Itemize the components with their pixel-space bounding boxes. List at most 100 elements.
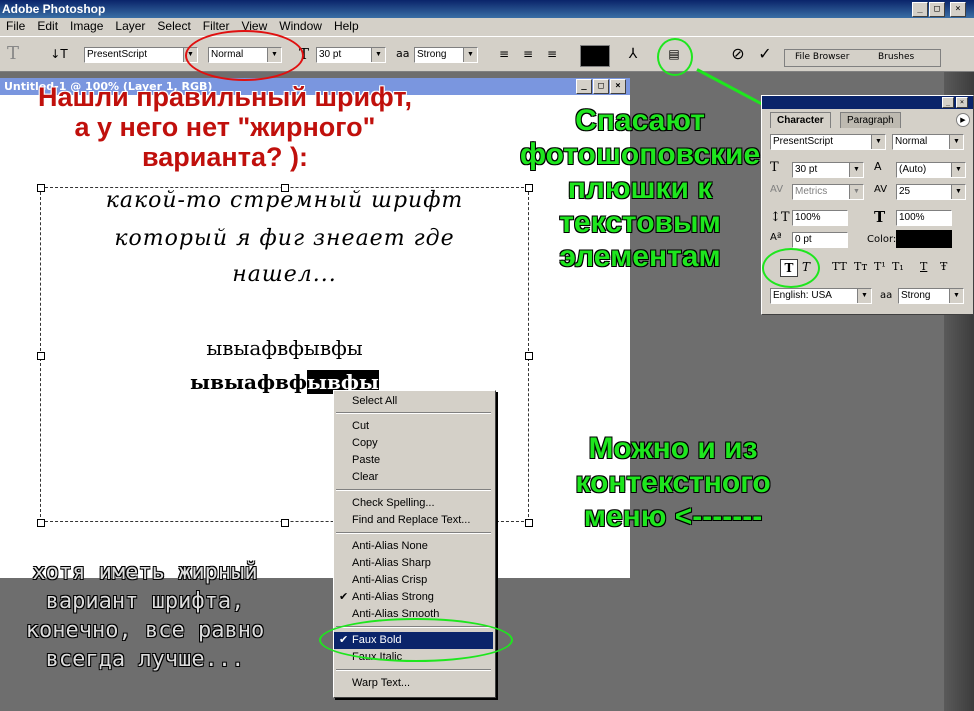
panel-color-swatch[interactable]	[896, 230, 952, 248]
doc-minimize-button[interactable]: _	[576, 79, 592, 94]
kerning-icon: AV	[770, 184, 784, 195]
chevron-down-icon: ▼	[849, 185, 863, 199]
commit-icon[interactable]: ✓	[754, 43, 776, 65]
chevron-down-icon: ▼	[849, 163, 863, 177]
menu-item-copy[interactable]: Copy	[334, 435, 493, 452]
font-size-select[interactable]: 30 pt ▼	[316, 47, 386, 63]
color-label: Color:	[867, 234, 897, 245]
bbox-handle[interactable]	[281, 519, 289, 527]
menu-item-clear[interactable]: Clear	[334, 469, 493, 486]
panel-baseline-input[interactable]: 0 pt	[792, 232, 848, 248]
antialias-select[interactable]: Strong ▼	[414, 47, 478, 63]
faux-italic-button[interactable]: T	[802, 260, 810, 274]
tab-character[interactable]: Character	[770, 112, 831, 128]
align-left-icon[interactable]: ≡	[493, 43, 515, 65]
menu-item-cut[interactable]: Cut	[334, 418, 493, 435]
app-title-bar: Adobe Photoshop _ □ ×	[0, 0, 974, 18]
maximize-button[interactable]: □	[929, 2, 945, 17]
menu-file[interactable]: File	[0, 18, 31, 34]
doc-maximize-button[interactable]: □	[593, 79, 609, 94]
chevron-down-icon: ▼	[857, 289, 871, 303]
type-tool-icon[interactable]: T	[2, 43, 24, 65]
app-title: Adobe Photoshop	[2, 2, 106, 16]
doc-close-button[interactable]: ×	[610, 79, 626, 94]
menu-image[interactable]: Image	[64, 18, 109, 34]
panel-vscale-input[interactable]: 100%	[792, 210, 848, 226]
green-annotation: Спасают фотошоповские плюшки к текстовым…	[519, 104, 761, 273]
close-button[interactable]: ×	[950, 2, 966, 17]
faux-bold-button[interactable]: T	[780, 259, 798, 277]
menu-help[interactable]: Help	[328, 18, 365, 34]
chevron-down-icon: ▼	[951, 163, 965, 177]
cancel-icon[interactable]: ⊘	[727, 43, 749, 65]
small-caps-button[interactable]: Tт	[854, 260, 867, 273]
text-line: который я фиг знеает где	[114, 226, 455, 251]
palette-well: File Browser Brushes	[784, 49, 941, 67]
menu-item-antialias-sharp[interactable]: Anti-Alias Sharp	[334, 555, 493, 572]
menu-item-antialias-crisp[interactable]: Anti-Alias Crisp	[334, 572, 493, 589]
checkmark-icon: ✔	[339, 591, 349, 603]
align-center-icon[interactable]: ≡	[517, 43, 539, 65]
antialias-icon: aa	[880, 290, 893, 301]
text-normal-part: ывыафвф	[190, 370, 307, 394]
baseline-icon: Aª	[770, 232, 782, 243]
subscript-button[interactable]: T₁	[892, 260, 904, 273]
red-annotation: Нашли правильный шрифт, а у него нет "жи…	[37, 82, 413, 172]
panel-tracking-select[interactable]: 25 ▼	[896, 184, 966, 200]
warp-text-icon[interactable]: ⅄	[622, 43, 644, 65]
align-right-icon[interactable]: ≡	[541, 43, 563, 65]
chevron-down-icon: ▼	[463, 48, 477, 62]
text-color-swatch[interactable]	[580, 45, 610, 67]
menu-item-warp-text[interactable]: Warp Text...	[334, 675, 493, 692]
panel-font-style-select[interactable]: Normal ▼	[892, 134, 964, 150]
menu-item-select-all[interactable]: Select All	[334, 393, 493, 410]
text-orientation-icon[interactable]: ↓T	[48, 43, 70, 65]
menu-item-find-replace[interactable]: Find and Replace Text...	[334, 512, 493, 529]
leading-icon: A	[874, 160, 882, 173]
panel-language-select[interactable]: English: USA ▼	[770, 288, 872, 304]
menu-item-paste[interactable]: Paste	[334, 452, 493, 469]
font-family-select[interactable]: PresentScript ▼	[84, 47, 198, 63]
menu-item-antialias-strong[interactable]: ✔ Anti-Alias Strong	[334, 589, 493, 606]
menu-item-check-spelling[interactable]: Check Spelling...	[334, 495, 493, 512]
panel-close-button[interactable]: ×	[956, 97, 968, 108]
panel-kerning-select[interactable]: Metrics ▼	[792, 184, 864, 200]
arrow-line	[696, 68, 769, 109]
menu-edit[interactable]: Edit	[31, 18, 64, 34]
panel-size-select[interactable]: 30 pt ▼	[792, 162, 864, 178]
green-annotation: Можно и из контекстного меню <-------	[575, 432, 771, 533]
all-caps-button[interactable]: TT	[832, 260, 847, 273]
bbox-handle[interactable]	[37, 519, 45, 527]
grey-annotation: хотя иметь жирный вариант шрифта, конечн…	[25, 560, 265, 672]
menu-select[interactable]: Select	[151, 18, 196, 34]
minimize-button[interactable]: _	[912, 2, 928, 17]
chevron-down-icon: ▼	[951, 185, 965, 199]
menu-item-antialias-none[interactable]: Anti-Alias None	[334, 538, 493, 555]
vscale-icon: ↕T	[770, 210, 790, 225]
panel-font-family-select[interactable]: PresentScript ▼	[770, 134, 886, 150]
text-line: какой-то стремный шрифт	[105, 188, 464, 213]
size-icon: T	[770, 160, 779, 175]
brushes-tab[interactable]: Brushes	[878, 52, 914, 62]
strikethrough-button[interactable]: Ŧ	[940, 260, 947, 273]
underline-button[interactable]: T	[920, 260, 927, 273]
tab-paragraph[interactable]: Paragraph	[840, 112, 901, 128]
panel-antialias-select[interactable]: Strong ▼	[898, 288, 964, 304]
bbox-handle[interactable]	[525, 519, 533, 527]
file-browser-tab[interactable]: File Browser	[795, 52, 849, 62]
hscale-icon: T	[874, 208, 886, 226]
panel-hscale-input[interactable]: 100%	[896, 210, 952, 226]
highlight-ellipse	[319, 618, 513, 662]
panel-minimize-button[interactable]: _	[942, 97, 954, 108]
text-line: нашел...	[232, 262, 337, 287]
chevron-down-icon: ▼	[949, 135, 963, 149]
character-panel: _ × Character Paragraph ▶ PresentScript ▼…	[761, 95, 974, 315]
tracking-icon: AV	[874, 184, 888, 195]
menu-window[interactable]: Window	[273, 18, 328, 34]
options-bar: T ↓T PresentScript ▼ Normal ▼ T 30 pt ▼ aa …	[0, 36, 974, 72]
text-line: ывыафвфывфы	[206, 336, 363, 360]
panel-leading-select[interactable]: (Auto) ▼	[896, 162, 966, 178]
superscript-button[interactable]: T¹	[874, 260, 886, 273]
panel-menu-icon[interactable]: ▶	[956, 113, 970, 127]
menu-layer[interactable]: Layer	[109, 18, 151, 34]
